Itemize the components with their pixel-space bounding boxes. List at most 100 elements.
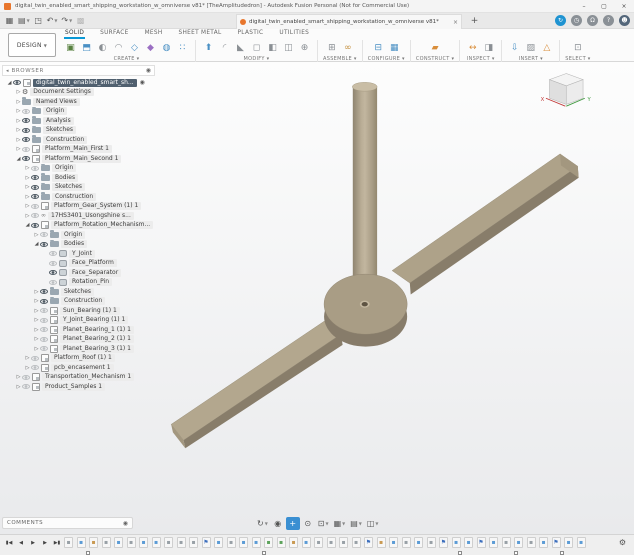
tree-item-label[interactable]: Platform_Gear_System (1) 1 [51,202,141,210]
toolbar-tab-solid[interactable]: SOLID [64,29,85,39]
visibility-eye-icon[interactable] [49,280,57,285]
press-pull-icon[interactable]: ⬆ [201,40,216,55]
toolbar-tab-sheet-metal[interactable]: SHEET METAL [178,29,223,39]
loft-icon[interactable]: ◇ [127,40,142,55]
timeline-feature-icon[interactable]: ▪ [152,537,161,548]
undo-icon[interactable]: ↶▼ [45,14,60,28]
timeline-feature-icon[interactable]: ▪ [352,537,361,548]
timeline-group-marker[interactable] [262,551,266,555]
app-launcher-icon[interactable]: ▦ [3,14,16,28]
tree-item-label[interactable]: Document Settings [30,88,94,96]
comments-panel[interactable]: COMMENTS ◉ [2,517,133,529]
visibility-eye-icon[interactable] [40,346,48,351]
timeline-feature-icon[interactable]: ▪ [427,537,436,548]
configuration-table-icon[interactable]: ▦ [387,40,402,55]
toolbar-tab-utilities[interactable]: UTILITIES [278,29,310,39]
fillet-icon[interactable]: ◜ [217,40,232,55]
tree-expand-icon[interactable]: ◢ [24,222,31,228]
visibility-eye-icon[interactable] [40,289,48,294]
visibility-eye-icon[interactable] [22,118,30,123]
visibility-eye-icon[interactable] [40,242,48,247]
tree-item-label[interactable]: Platform_Main_First 1 [42,145,112,153]
model-arm-right-top[interactable] [392,154,578,283]
timeline-feature-icon[interactable]: ⚑ [364,537,373,548]
tree-expand-icon[interactable]: ▷ [24,203,31,209]
tree-item-label[interactable]: 17HS3401_Usongshine s... [48,212,134,220]
tree-expand-icon[interactable]: ▷ [24,175,31,181]
visibility-eye-icon[interactable] [22,384,30,389]
timeline-feature-icon[interactable]: ⚑ [552,537,561,548]
tree-item-label[interactable]: Transportation_Mechanism 1 [42,373,134,381]
tree-row[interactable]: ▷ Platform_Gear_System (1) 1 [2,202,160,212]
workspace-selector[interactable]: DESIGN▼ [8,33,56,57]
timeline-feature-icon[interactable]: ▪ [402,537,411,548]
tree-row[interactable]: Face_Platform [2,259,160,269]
visibility-eye-icon[interactable] [13,80,21,85]
save-icon[interactable]: ◳ [32,14,45,28]
insert-derive-icon[interactable]: ⇩ [507,40,522,55]
file-menu-icon[interactable]: ▤▼ [16,14,32,28]
shell-icon[interactable]: ◻ [249,40,264,55]
visibility-eye-icon[interactable] [22,137,30,142]
visibility-eye-icon[interactable] [22,147,30,152]
visibility-eye-icon[interactable] [31,213,39,218]
tree-item-label[interactable]: Construction [43,136,87,144]
tree-expand-icon[interactable]: ▷ [33,308,40,314]
timeline-feature-icon[interactable]: ▪ [114,537,123,548]
comments-toggle-icon[interactable]: ◉ [123,520,128,527]
tree-item-label[interactable]: Sketches [52,183,85,191]
section-analysis-icon[interactable]: ◨ [481,40,496,55]
tree-item-label[interactable]: Bodies [61,240,87,248]
visibility-eye-icon[interactable] [49,251,57,256]
extrude-icon[interactable]: ⬒ [79,40,94,55]
tree-item-label[interactable]: Sketches [61,288,94,296]
browser-panel-header[interactable]: ◂ BROWSER ◉ [2,65,155,76]
tree-expand-icon[interactable]: ▷ [33,289,40,295]
tree-expand-icon[interactable]: ▷ [15,146,22,152]
model-post[interactable] [353,87,377,283]
notifications-icon[interactable]: Ω [587,15,598,26]
tree-row[interactable]: ▷Bodies [2,173,160,183]
tree-expand-icon[interactable]: ▷ [24,194,31,200]
tree-row[interactable]: ◢ Platform_Rotation_Mechanism... [2,221,160,231]
visibility-eye-icon[interactable] [31,166,39,171]
visibility-eye-icon[interactable] [31,185,39,190]
model-arm-left-side[interactable] [184,334,343,448]
visibility-eye-icon[interactable] [22,375,30,380]
timeline-feature-icon[interactable]: ▪ [302,537,311,548]
timeline-feature-icon[interactable]: ▪ [389,537,398,548]
tree-item-label[interactable]: Origin [61,231,85,239]
tree-item-label[interactable]: Planet_Bearing_2 (1) 1 [60,335,134,343]
canvas-icon[interactable]: ▨ [523,40,538,55]
step-forward-button[interactable]: ▶ [40,538,50,548]
combine-icon[interactable]: ◧ [265,40,280,55]
tree-item-label[interactable]: Platform_Rotation_Mechanism... [51,221,153,229]
timeline-feature-icon[interactable]: ▪ [214,537,223,548]
visibility-eye-icon[interactable] [22,156,30,161]
timeline-feature-icon[interactable]: ▪ [239,537,248,548]
measure-icon[interactable]: ↔ [465,40,480,55]
timeline-feature-icon[interactable]: ▪ [452,537,461,548]
timeline-feature-icon[interactable]: ▪ [489,537,498,548]
tree-row[interactable]: ◢Platform_Main_Second 1 [2,154,160,164]
timeline-feature-icon[interactable]: ⚑ [439,537,448,548]
step-back-button[interactable]: ◀ [16,538,26,548]
recent-activity-icon[interactable]: ◷ [571,15,582,26]
tree-item-label[interactable]: Platform_Main_Second 1 [42,155,121,163]
tree-expand-icon[interactable]: ▷ [15,108,22,114]
timeline-feature-icon[interactable]: ▪ [527,537,536,548]
tree-expand-icon[interactable]: ▷ [15,99,22,105]
pan-button[interactable]: + [286,517,300,530]
tree-expand-icon[interactable]: ▷ [24,184,31,190]
tree-expand-icon[interactable]: ▷ [15,89,22,95]
tree-row[interactable]: ▷pcb_encasement 1 [2,363,160,373]
timeline-group-marker[interactable] [86,551,90,555]
tree-expand-icon[interactable]: ▷ [15,137,22,143]
tree-row[interactable]: Y_Joint [2,249,160,259]
visibility-eye-icon[interactable] [49,261,57,266]
tree-expand-icon[interactable]: ◢ [6,80,13,86]
visibility-eye-icon[interactable] [40,232,48,237]
visibility-eye-icon[interactable] [31,204,39,209]
tree-expand-icon[interactable]: ▷ [15,374,22,380]
tree-expand-icon[interactable]: ▷ [33,298,40,304]
